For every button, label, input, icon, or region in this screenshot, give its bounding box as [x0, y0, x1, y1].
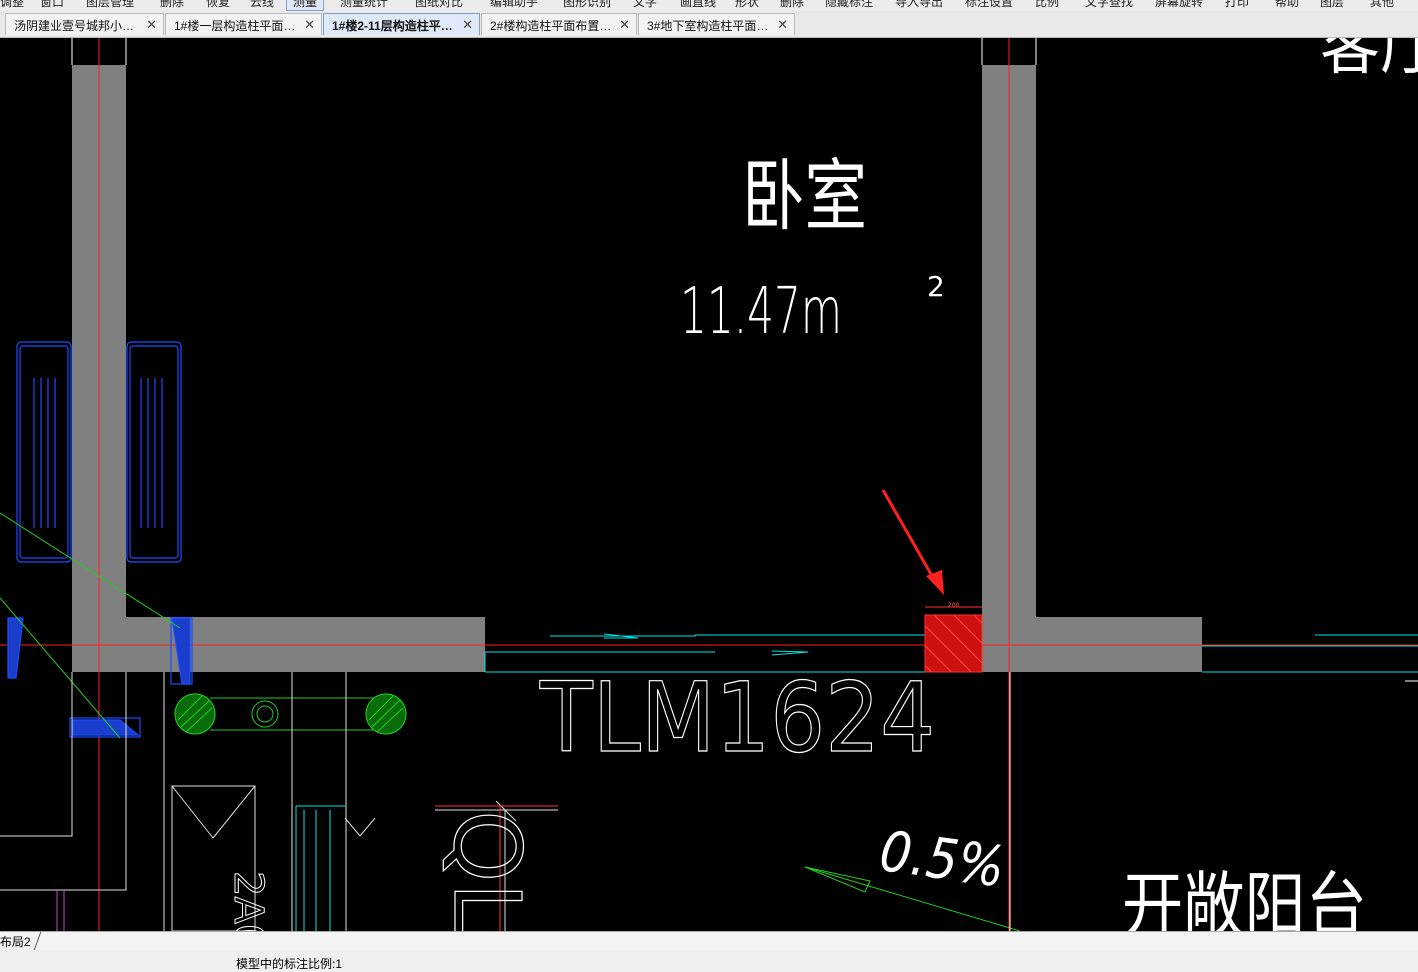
toolbar-item[interactable]: 删除: [780, 0, 804, 10]
door-code: TLM1624: [539, 662, 935, 774]
close-icon[interactable]: ✕: [462, 17, 473, 33]
toolbar-item[interactable]: 恢复: [206, 0, 230, 10]
tab-tangyin[interactable]: 汤阴建业壹号城邦小… ✕: [5, 13, 164, 35]
column-dimension: 200: [948, 602, 960, 609]
toolbar-item[interactable]: 标注设置: [965, 0, 1013, 10]
top-right-label: 客厅: [1320, 38, 1418, 84]
vertical-label: QL6: [433, 810, 540, 931]
tab-label: 3#地下室构造柱平面…: [647, 19, 769, 33]
balcony-label: 开敞阳台: [1122, 864, 1367, 931]
toolbar-item[interactable]: 图层: [1320, 0, 1344, 10]
toolbar-item[interactable]: 导入导出: [895, 0, 943, 10]
walls: [72, 65, 1202, 672]
toolbar-item[interactable]: 文字查找: [1085, 0, 1133, 10]
layout-tab-strip: 布局2: [0, 931, 1418, 950]
close-icon[interactable]: ✕: [619, 17, 630, 33]
drawing-canvas[interactable]: 200 卧室 11.47m 2 TLM1624 0.5% 开敞阳台 客厅 QL6…: [0, 38, 1418, 931]
toolbar-item[interactable]: 画直线: [680, 0, 716, 10]
layout-tab-label: 布局2: [0, 935, 31, 949]
toolbar-item[interactable]: 形状: [735, 0, 759, 10]
toolbar-item[interactable]: 窗口: [40, 0, 64, 10]
toolbar-item[interactable]: 删除: [160, 0, 184, 10]
toolbar-item[interactable]: 文字: [633, 0, 657, 10]
tab-layout2[interactable]: 布局2: [0, 932, 41, 950]
toolbar-item[interactable]: 打印: [1225, 0, 1249, 10]
toolbar-item[interactable]: 调整: [0, 0, 24, 10]
toolbar-item[interactable]: 帮助: [1275, 0, 1299, 10]
slope-label: 0.5%: [876, 819, 1009, 901]
toolbar-item[interactable]: 测量统计: [340, 0, 388, 10]
beam-label: 2A0: [225, 871, 271, 931]
toolbar-item[interactable]: 比例: [1035, 0, 1059, 10]
toolbar-item[interactable]: 编辑助手: [490, 0, 538, 10]
pointer-arrow: [881, 489, 944, 595]
annotation-scale-status: 模型中的标注比例:1: [236, 957, 343, 971]
tab-2-building[interactable]: 2#楼构造柱平面布置… ✕: [481, 13, 637, 35]
tab-label: 1#楼2-11层构造柱平…: [332, 19, 453, 33]
tab-label: 汤阴建业壹号城邦小…: [14, 19, 135, 33]
axis-lines: [0, 38, 1418, 931]
toolbar-item[interactable]: 图形识别: [563, 0, 611, 10]
tab-label: 2#楼构造柱平面布置…: [490, 19, 612, 33]
status-bar: 模型中的标注比例:1: [0, 950, 1418, 971]
room-name: 卧室: [742, 152, 867, 242]
toolbar-item[interactable]: 云线: [250, 0, 274, 10]
tab-3-basement[interactable]: 3#地下室构造柱平面… ✕: [638, 13, 795, 35]
close-icon[interactable]: ✕: [304, 17, 315, 33]
cad-drawing: 200 卧室 11.47m 2 TLM1624 0.5% 开敞阳台 客厅 QL6…: [0, 38, 1418, 931]
toolbar-item[interactable]: 其他: [1370, 0, 1394, 10]
toolbar-item[interactable]: 图层管理: [86, 0, 134, 10]
area-superscript: 2: [927, 270, 945, 303]
tab-1-floor2-11[interactable]: 1#楼2-11层构造柱平… ✕: [323, 13, 480, 35]
toolbar-item[interactable]: 测量: [286, 0, 325, 11]
toolbar-item[interactable]: 隐藏标注: [825, 0, 873, 10]
tab-1-floor1[interactable]: 1#楼一层构造柱平面… ✕: [165, 13, 322, 35]
toolbar-item[interactable]: 屏幕旋转: [1155, 0, 1203, 10]
document-tab-bar: 汤阴建业壹号城邦小… ✕ 1#楼一层构造柱平面… ✕ 1#楼2-11层构造柱平……: [0, 11, 1418, 38]
toolbar-item[interactable]: 图纸对比: [415, 0, 463, 10]
close-icon[interactable]: ✕: [146, 17, 157, 33]
room-area: 11.47m: [680, 275, 842, 349]
tab-label: 1#楼一层构造柱平面…: [174, 19, 296, 33]
close-icon[interactable]: ✕: [777, 17, 788, 33]
